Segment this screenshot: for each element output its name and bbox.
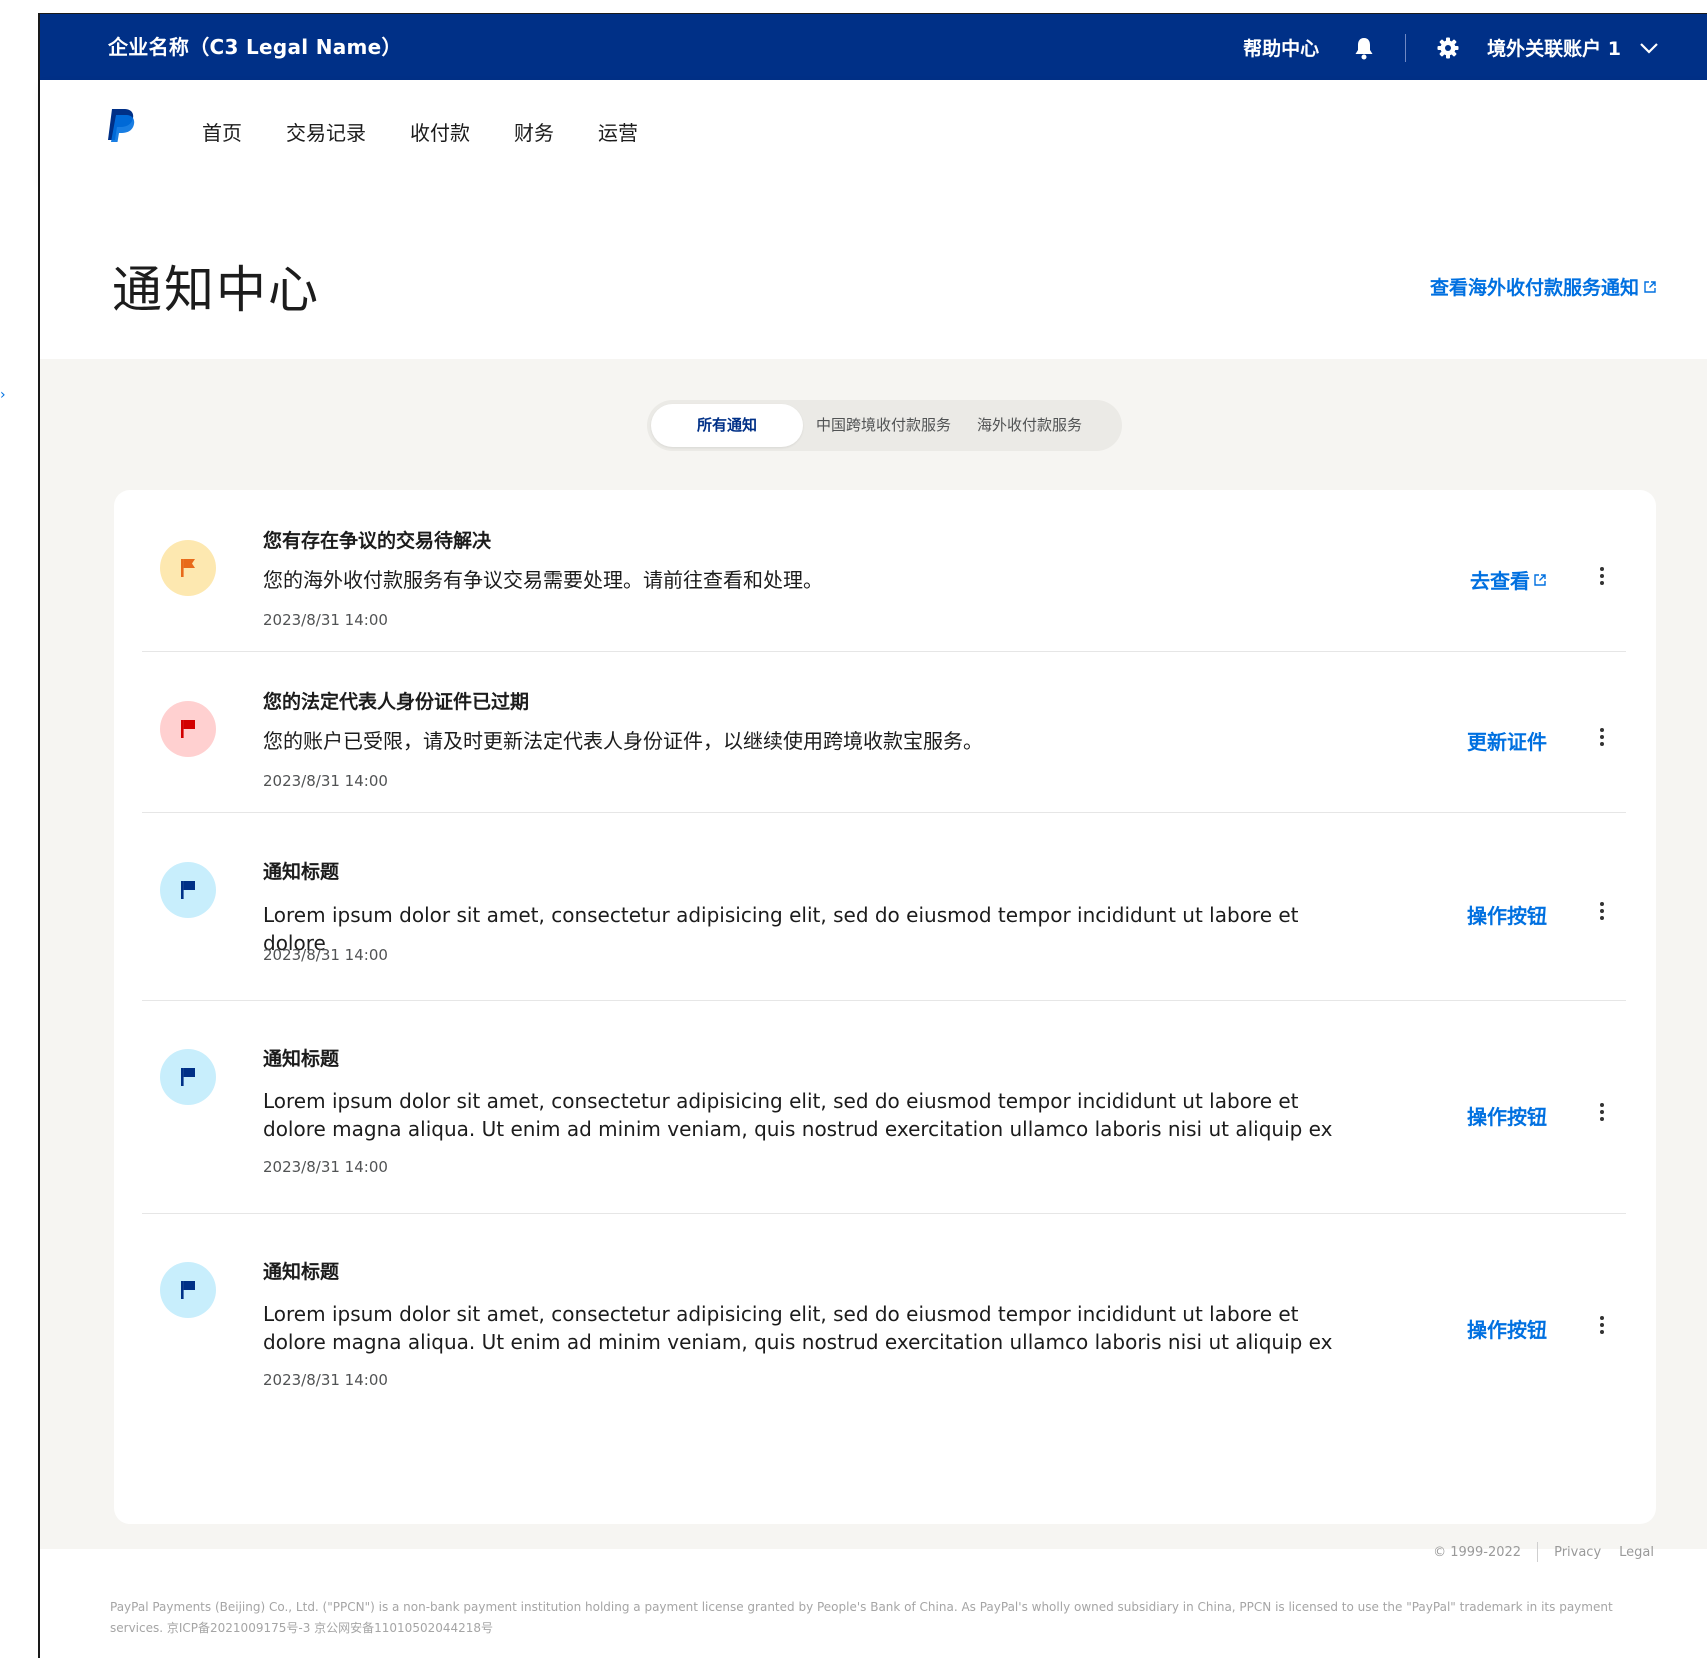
action-label: 操作按钮 (1467, 1318, 1547, 1342)
nav-item-transactions[interactable]: 交易记录 (286, 117, 366, 146)
overseas-notice-link-label: 查看海外收付款服务通知 (1429, 277, 1639, 299)
more-options-icon[interactable] (1592, 1315, 1612, 1339)
help-center-link[interactable]: 帮助中心 (1243, 34, 1319, 61)
notification-description: 您的账户已受限，请及时更新法定代表人身份证件，以继续使用跨境收款宝服务。 (263, 729, 983, 753)
copyright: © 1999-2022 (1433, 1544, 1522, 1560)
notification-item: 您的法定代表人身份证件已过期 您的账户已受限，请及时更新法定代表人身份证件，以继… (114, 652, 1656, 813)
notification-time: 2023/8/31 14:00 (263, 946, 388, 964)
side-arrow-icon: › (0, 387, 6, 403)
nav-item-payments[interactable]: 收付款 (410, 117, 470, 146)
notification-item: 通知标题 Lorem ipsum dolor sit amet, consect… (114, 1214, 1656, 1444)
chevron-down-icon[interactable] (1639, 41, 1659, 55)
action-button[interactable]: 操作按钮 (1467, 900, 1547, 929)
notification-list: 您有存在争议的交易待解决 您的海外收付款服务有争议交易需要处理。请前往查看和处理… (114, 490, 1656, 1524)
more-options-icon[interactable] (1592, 727, 1612, 751)
top-bar-actions: 帮助中心 境外关联账户 1 (1243, 14, 1659, 81)
company-name: 企业名称（C3 Legal Name） (108, 35, 402, 59)
notification-title: 您有存在争议的交易待解决 (263, 530, 492, 552)
top-bar-divider (1405, 33, 1407, 62)
notification-item: 通知标题 Lorem ipsum dolor sit amet, consect… (114, 1001, 1656, 1214)
footer-divider (1537, 1542, 1539, 1562)
flag-icon-badge (160, 540, 216, 596)
account-switcher[interactable]: 境外关联账户 1 (1487, 34, 1621, 61)
action-label: 操作按钮 (1467, 904, 1547, 928)
tab-china-cross-border[interactable]: 中国跨境收付款服务 (803, 404, 964, 447)
view-action-label: 去查看 (1470, 569, 1530, 593)
overseas-notice-link[interactable]: 查看海外收付款服务通知 (1430, 273, 1657, 300)
more-options-icon[interactable] (1592, 1102, 1612, 1126)
gear-icon[interactable] (1436, 36, 1460, 60)
more-options-icon[interactable] (1592, 566, 1612, 590)
nav-items: 首页 交易记录 收付款 财务 运营 (202, 80, 682, 182)
flag-icon (181, 1281, 195, 1299)
app-frame: 企业名称（C3 Legal Name） 帮助中心 境外关联账户 1 首页 交易记… (38, 13, 1707, 1658)
page-header: 通知中心 查看海外收付款服务通知 (40, 182, 1707, 359)
notification-time: 2023/8/31 14:00 (263, 611, 388, 629)
paypal-logo-icon[interactable] (106, 107, 136, 143)
more-options-icon[interactable] (1592, 901, 1612, 925)
external-link-icon (1644, 280, 1656, 293)
notification-description: 您的海外收付款服务有争议交易需要处理。请前往查看和处理。 (263, 568, 823, 592)
flag-icon (181, 881, 195, 899)
notification-time: 2023/8/31 14:00 (263, 772, 388, 790)
legal-link[interactable]: Legal (1619, 1545, 1654, 1560)
tab-all-notifications[interactable]: 所有通知 (651, 404, 804, 447)
flag-icon-badge (160, 862, 216, 918)
main-nav: 首页 交易记录 收付款 财务 运营 (40, 80, 1707, 182)
flag-icon-badge (160, 1049, 216, 1105)
notification-item: 您有存在争议的交易待解决 您的海外收付款服务有争议交易需要处理。请前往查看和处理… (114, 490, 1656, 652)
external-link-icon (1534, 573, 1546, 586)
nav-item-home[interactable]: 首页 (202, 117, 242, 146)
privacy-link[interactable]: Privacy (1554, 1545, 1601, 1560)
view-action-button[interactable]: 去查看 (1470, 565, 1547, 594)
notification-item: 通知标题 Lorem ipsum dolor sit amet, consect… (114, 813, 1656, 1001)
notification-title: 通知标题 (263, 861, 340, 883)
notification-time: 2023/8/31 14:00 (263, 1371, 388, 1389)
page-title: 通知中心 (112, 261, 320, 319)
notification-description: Lorem ipsum dolor sit amet, consectetur … (263, 1302, 1333, 1354)
action-button[interactable]: 操作按钮 (1467, 1314, 1547, 1343)
flag-icon (181, 559, 195, 577)
flag-icon-badge (160, 1262, 216, 1318)
nav-item-finance[interactable]: 财务 (514, 117, 554, 146)
update-id-label: 更新证件 (1467, 730, 1547, 754)
tab-overseas[interactable]: 海外收付款服务 (964, 404, 1095, 447)
notification-title: 通知标题 (263, 1048, 340, 1070)
footer-links: © 1999-2022 Privacy Legal (1433, 1542, 1654, 1562)
legal-disclaimer: PayPal Payments (Beijing) Co., Ltd. ("PP… (110, 1600, 1613, 1635)
action-button[interactable]: 操作按钮 (1467, 1101, 1547, 1130)
bell-icon[interactable] (1353, 36, 1375, 60)
notification-title: 您的法定代表人身份证件已过期 (263, 691, 530, 713)
nav-item-operations[interactable]: 运营 (598, 117, 638, 146)
action-label: 操作按钮 (1467, 1105, 1547, 1129)
top-bar: 企业名称（C3 Legal Name） 帮助中心 境外关联账户 1 (40, 13, 1707, 81)
notification-description: Lorem ipsum dolor sit amet, consectetur … (263, 903, 1299, 955)
notification-title: 通知标题 (263, 1261, 340, 1283)
flag-icon (181, 1068, 195, 1086)
update-id-button[interactable]: 更新证件 (1467, 726, 1547, 755)
notification-tabs: 所有通知 中国跨境收付款服务 海外收付款服务 (647, 400, 1122, 451)
flag-icon (181, 720, 195, 738)
notification-description: Lorem ipsum dolor sit amet, consectetur … (263, 1089, 1333, 1141)
notification-time: 2023/8/31 14:00 (263, 1158, 388, 1176)
flag-icon-badge (160, 701, 216, 757)
